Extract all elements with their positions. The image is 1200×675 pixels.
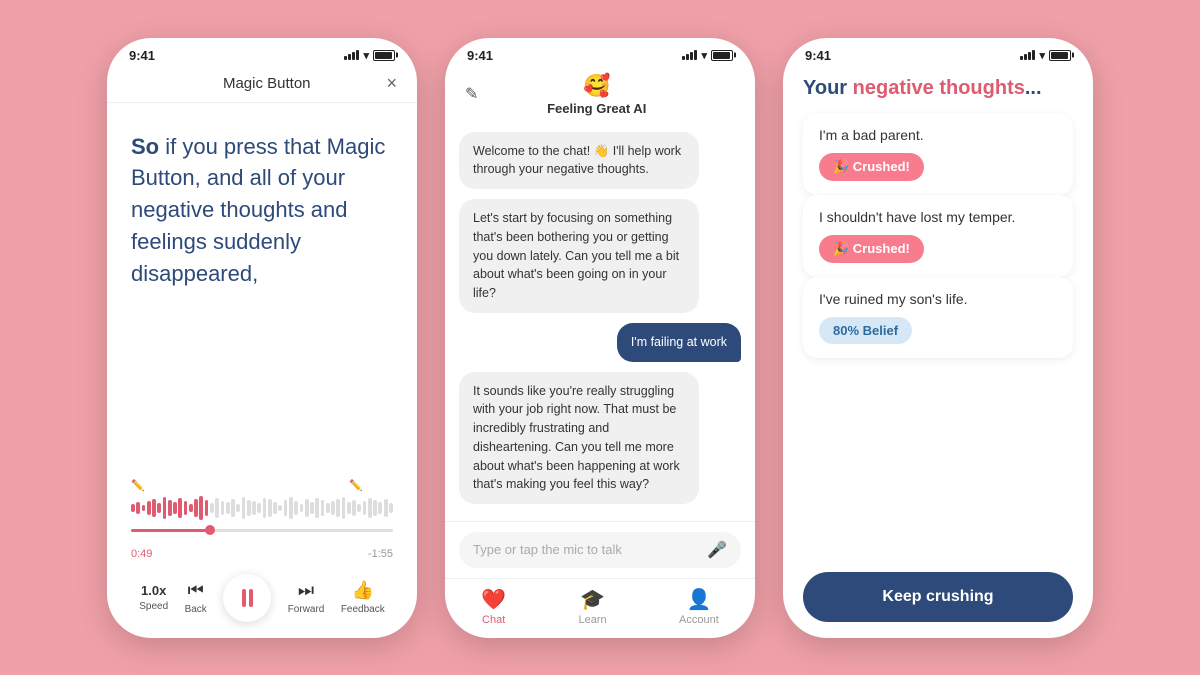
nav-item-learn[interactable]: 🎓 Learn <box>578 587 606 626</box>
title-pink: negative thoughts <box>853 77 1025 99</box>
audio-waveform[interactable] <box>131 493 393 523</box>
signal-icon-1 <box>344 50 359 60</box>
ai-name: Feeling Great AI <box>547 101 646 116</box>
play-pause-button[interactable] <box>223 574 271 622</box>
thought-card-0: I'm a bad parent. 🎉 Crushed! <box>803 113 1073 195</box>
feedback-icon: 👍 <box>352 580 374 601</box>
audio-progress-fill <box>131 529 210 532</box>
phone-magic-button: 9:41 ▾ Magic Button × So if you press th… <box>107 38 417 638</box>
battery-icon-1 <box>373 50 395 61</box>
audio-section: ✏️ ✏️ 0:49 -1:55 1.0x Speed ⏮ <box>131 493 393 622</box>
ai-message: Welcome to the chat! 👋 I'll help work th… <box>459 132 699 190</box>
thought-badge-1[interactable]: 🎉 Crushed! <box>819 235 924 263</box>
forward-label: Forward <box>288 604 325 615</box>
bottom-nav: ❤️ Chat 🎓 Learn 👤 Account <box>445 578 755 638</box>
user-message: I'm failing at work <box>617 323 741 362</box>
chat-messages: Welcome to the chat! 👋 I'll help work th… <box>445 124 755 521</box>
title-ellipsis: ... <box>1025 77 1042 99</box>
keep-crushing-button[interactable]: Keep crushing <box>803 572 1073 622</box>
chat-input-area: Type or tap the mic to talk 🎤 <box>445 521 755 578</box>
back-label: Back <box>185 604 207 615</box>
status-time-1: 9:41 <box>129 48 155 63</box>
nav-icon-chat: ❤️ <box>481 587 506 612</box>
phone1-text: So if you press that Magic Button, and a… <box>131 131 393 290</box>
forward-control[interactable]: ⏭ Forward <box>288 580 325 615</box>
nav-label-account: Account <box>679 614 719 626</box>
back-icon: ⏮ <box>188 580 204 601</box>
audio-progress-thumb[interactable] <box>205 525 215 535</box>
phone3-main: Your negative thoughts... I'm a bad pare… <box>783 67 1093 638</box>
audio-controls: 1.0x Speed ⏮ Back ⏭ Forward <box>131 574 393 622</box>
signal-icon-3 <box>1020 50 1035 60</box>
audio-time-row: 0:49 -1:55 <box>131 548 393 560</box>
thought-badge-0[interactable]: 🎉 Crushed! <box>819 153 924 181</box>
feedback-label: Feedback <box>341 604 385 615</box>
phone1-header: Magic Button × <box>107 67 417 103</box>
ai-avatar: 🥰 <box>583 73 610 99</box>
battery-icon-2 <box>711 50 733 61</box>
magic-button-title: Magic Button <box>223 75 311 92</box>
phone-negative-thoughts: 9:41 ▾ Your negative thoughts... I'm a b… <box>783 38 1093 638</box>
title-normal: Your <box>803 77 853 99</box>
thought-card-1: I shouldn't have lost my temper. 🎉 Crushe… <box>803 195 1073 277</box>
wifi-icon-3: ▾ <box>1039 49 1045 62</box>
audio-time-remaining: -1:55 <box>368 548 393 560</box>
chat-input-box[interactable]: Type or tap the mic to talk 🎤 <box>459 532 741 568</box>
thought-text-2: I've ruined my son's life. <box>819 291 1057 307</box>
close-button[interactable]: × <box>386 73 397 94</box>
status-time-2: 9:41 <box>467 48 493 63</box>
chat-input-placeholder: Type or tap the mic to talk <box>473 542 699 557</box>
status-icons-3: ▾ <box>1020 49 1071 62</box>
back-control[interactable]: ⏮ Back <box>185 580 207 615</box>
forward-icon: ⏭ <box>298 580 314 601</box>
thought-badge-2: 80% Belief <box>819 317 912 344</box>
ai-info: 🥰 Feeling Great AI <box>547 73 646 116</box>
battery-icon-3 <box>1049 50 1071 61</box>
wifi-icon-1: ▾ <box>363 49 369 62</box>
ai-message: Let's start by focusing on something tha… <box>459 199 699 313</box>
phone-chat: 9:41 ▾ ✎ 🥰 Feeling Great AI Welcome to t… <box>445 38 755 638</box>
nav-item-account[interactable]: 👤 Account <box>679 587 719 626</box>
text-body: if you press that Magic Button, and all … <box>131 134 385 287</box>
audio-time-current: 0:49 <box>131 548 152 560</box>
feedback-control[interactable]: 👍 Feedback <box>341 580 385 615</box>
status-icons-1: ▾ <box>344 49 395 62</box>
thought-text-0: I'm a bad parent. <box>819 127 1057 143</box>
audio-progress-bar[interactable] <box>131 529 393 532</box>
pause-icon <box>242 589 253 607</box>
speed-control[interactable]: 1.0x Speed <box>139 583 168 612</box>
text-so: So <box>131 134 159 159</box>
nav-item-chat[interactable]: ❤️ Chat <box>481 587 506 626</box>
thought-text-1: I shouldn't have lost my temper. <box>819 209 1057 225</box>
pencil-right-icon: ✏️ <box>349 479 363 492</box>
status-bar-2: 9:41 ▾ <box>445 38 755 67</box>
mic-button[interactable]: 🎤 <box>707 540 727 560</box>
status-bar-1: 9:41 ▾ <box>107 38 417 67</box>
edit-icon[interactable]: ✎ <box>465 84 478 104</box>
status-time-3: 9:41 <box>805 48 831 63</box>
speed-label: Speed <box>139 601 168 612</box>
negative-thoughts-title: Your negative thoughts... <box>803 75 1073 101</box>
speed-value: 1.0x <box>141 583 166 598</box>
ai-message: It sounds like you're really struggling … <box>459 372 699 505</box>
status-icons-2: ▾ <box>682 49 733 62</box>
signal-icon-2 <box>682 50 697 60</box>
thought-cards-container: I'm a bad parent.🎉 Crushed!I shouldn't h… <box>803 113 1073 358</box>
nav-icon-learn: 🎓 <box>580 587 605 612</box>
thought-card-2: I've ruined my son's life. 80% Belief <box>803 277 1073 358</box>
nav-label-chat: Chat <box>482 614 505 626</box>
wifi-icon-2: ▾ <box>701 49 707 62</box>
status-bar-3: 9:41 ▾ <box>783 38 1093 67</box>
chat-header: ✎ 🥰 Feeling Great AI <box>445 67 755 124</box>
pencil-left-icon: ✏️ <box>131 479 145 492</box>
nav-label-learn: Learn <box>578 614 606 626</box>
phone1-main-content: So if you press that Magic Button, and a… <box>107 103 417 638</box>
nav-icon-account: 👤 <box>686 587 711 612</box>
